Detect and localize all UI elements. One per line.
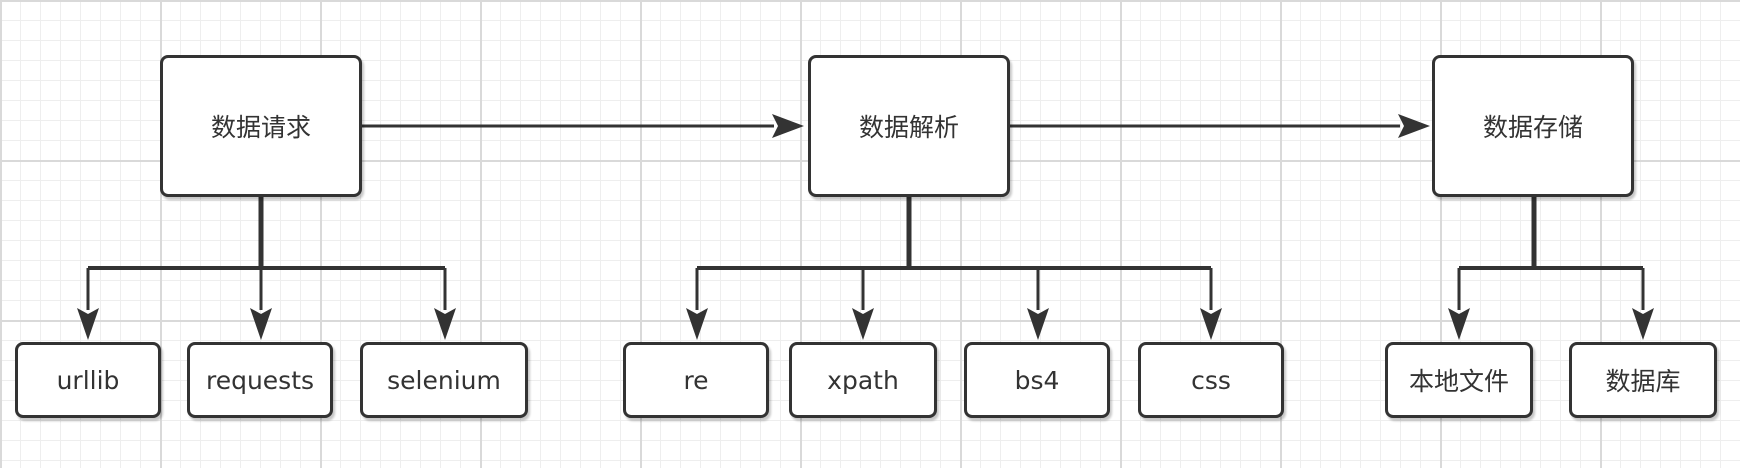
arrowhead-database <box>1632 308 1654 340</box>
node-css-label: css <box>1191 365 1231 395</box>
arrowhead-re <box>686 308 708 340</box>
node-bs4: bs4 <box>964 342 1110 418</box>
connector-store-tree <box>1448 197 1654 340</box>
flow-arrowhead-request-to-parse <box>772 114 804 138</box>
node-requests-label: requests <box>205 365 315 395</box>
arrowhead-urllib <box>77 308 99 340</box>
node-urllib-label: urllib <box>56 365 120 395</box>
node-xpath: xpath <box>789 342 937 418</box>
node-database: 数据库 <box>1569 342 1717 418</box>
node-data-store-label: 数据存储 <box>1482 113 1583 142</box>
arrowhead-bs4 <box>1027 308 1049 340</box>
connector-parse-tree <box>686 197 1222 340</box>
node-data-store: 数据存储 <box>1432 55 1634 197</box>
node-data-parse-label: 数据解析 <box>858 113 959 142</box>
node-data-request-label: 数据请求 <box>210 113 311 142</box>
arrowhead-requests <box>250 308 272 340</box>
node-selenium-label: selenium <box>387 365 501 395</box>
node-data-parse: 数据解析 <box>808 55 1010 197</box>
arrowhead-selenium <box>434 308 456 340</box>
node-urllib: urllib <box>15 342 161 418</box>
node-local-file-label: 本地文件 <box>1408 367 1509 396</box>
flow-arrowhead-parse-to-store <box>1398 114 1430 138</box>
node-requests: requests <box>187 342 333 418</box>
node-database-label: 数据库 <box>1605 367 1681 396</box>
arrowhead-local-file <box>1448 308 1470 340</box>
connector-request-tree <box>77 197 456 340</box>
node-bs4-label: bs4 <box>1014 365 1060 395</box>
arrowhead-css <box>1200 308 1222 340</box>
node-css: css <box>1138 342 1284 418</box>
node-data-request: 数据请求 <box>160 55 362 197</box>
node-re-label: re <box>683 365 709 395</box>
node-local-file: 本地文件 <box>1385 342 1533 418</box>
node-re: re <box>623 342 769 418</box>
arrowhead-xpath <box>852 308 874 340</box>
node-xpath-label: xpath <box>827 365 899 395</box>
node-selenium: selenium <box>360 342 528 418</box>
